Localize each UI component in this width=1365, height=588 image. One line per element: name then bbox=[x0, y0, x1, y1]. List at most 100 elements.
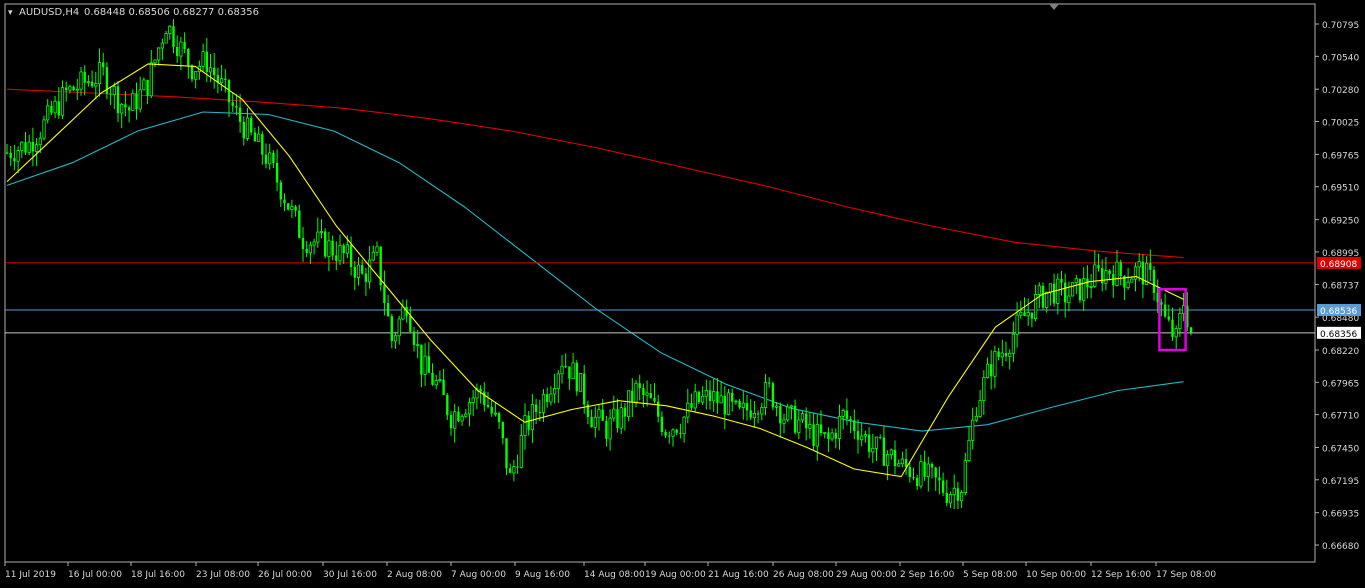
candle-body-bull bbox=[823, 432, 827, 434]
candles-layer bbox=[5, 19, 1193, 510]
price-chart[interactable]: 0.70795 0.70540 0.70280 0.70025 0.69765 0.695… bbox=[0, 0, 1365, 584]
candle-body-bear bbox=[590, 416, 593, 428]
candle-body-bull bbox=[316, 231, 320, 243]
ma-mid-line bbox=[6, 111, 1184, 432]
candle-body-bull bbox=[782, 419, 786, 424]
candle-body-bear bbox=[793, 405, 797, 433]
candle-body-bull bbox=[345, 244, 350, 254]
candle-body-bear bbox=[601, 409, 604, 421]
candle-body-bear bbox=[745, 403, 749, 411]
candle-body-bear bbox=[183, 42, 186, 50]
candle-body-bull bbox=[789, 405, 794, 408]
candle-body-bear bbox=[938, 477, 941, 481]
candle-body-bear bbox=[779, 406, 782, 424]
candle-body-bear bbox=[664, 431, 667, 436]
candle-body-bull bbox=[434, 380, 438, 386]
shift-marker-icon[interactable] bbox=[1049, 4, 1059, 10]
candle-body-bear bbox=[1101, 268, 1104, 284]
candle-body-bear bbox=[731, 392, 734, 402]
x-tick-label: 18 Jul 16:00 bbox=[131, 570, 185, 580]
candle-body-bull bbox=[290, 206, 294, 210]
candle-body-bear bbox=[446, 394, 449, 416]
candle-body-bull bbox=[1074, 278, 1078, 284]
level-price-label: 0.68908 bbox=[1320, 260, 1357, 270]
candle-body-bear bbox=[57, 101, 60, 116]
candle-body-bull bbox=[35, 144, 39, 152]
candle-body-bull bbox=[593, 416, 597, 428]
candle-body-bear bbox=[1060, 279, 1063, 283]
candle-body-bull bbox=[886, 454, 890, 467]
candle-body-bull bbox=[1019, 311, 1023, 316]
candle-body-bull bbox=[556, 373, 560, 389]
candle-body-bull bbox=[897, 463, 901, 467]
candle-body-bull bbox=[808, 423, 812, 429]
candle-body-bear bbox=[65, 87, 68, 91]
y-tick-label: 0.67965 bbox=[1322, 379, 1359, 389]
candle-body-bear bbox=[708, 390, 712, 401]
time-axis: 11 Jul 2019 16 Jul 00:00 18 Jul 16:00 23 Ju… bbox=[4, 562, 1216, 580]
x-tick-label: 29 Aug 00:00 bbox=[836, 570, 897, 580]
chart-header: ▾ AUDUSD,H4 0.68448 0.68506 0.68277 0.68… bbox=[8, 7, 259, 18]
candle-body-bull bbox=[20, 141, 24, 151]
candle-body-bull bbox=[560, 365, 564, 375]
candle-body-bull bbox=[338, 244, 342, 262]
candle-body-bear bbox=[264, 154, 268, 164]
y-tick-label: 0.69765 bbox=[1322, 151, 1359, 161]
x-tick-label: 2 Aug 08:00 bbox=[387, 570, 442, 580]
candle-body-bear bbox=[690, 403, 693, 408]
candle-body-bull bbox=[493, 412, 498, 415]
header-dropdown-icon[interactable]: ▾ bbox=[8, 8, 13, 18]
candle-body-bear bbox=[431, 372, 434, 385]
x-tick-label: 12 Sep 16:00 bbox=[1091, 570, 1151, 580]
candle-body-bull bbox=[160, 42, 164, 49]
candle-body-bear bbox=[490, 406, 493, 414]
candle-body-bull bbox=[786, 406, 790, 421]
candle-body-bear bbox=[675, 429, 678, 433]
candle-body-bull bbox=[726, 392, 731, 415]
candle-body-bull bbox=[512, 466, 516, 474]
candle-body-bull bbox=[889, 449, 893, 456]
candle-body-bull bbox=[120, 103, 124, 114]
y-tick-label: 0.69510 bbox=[1322, 184, 1359, 194]
y-tick-label: 0.67450 bbox=[1322, 445, 1359, 455]
candle-body-bull bbox=[971, 419, 975, 441]
candle-body-bull bbox=[974, 415, 979, 421]
candle-body-bear bbox=[575, 362, 578, 392]
candle-body-bear bbox=[146, 80, 149, 96]
y-tick-label: 0.70025 bbox=[1322, 119, 1359, 129]
candle-body-bear bbox=[449, 415, 453, 429]
candle-body-bear bbox=[305, 249, 308, 253]
candle-body-bull bbox=[201, 51, 205, 67]
candle-body-bear bbox=[238, 107, 242, 122]
candle-body-bear bbox=[349, 244, 353, 267]
candle-body-bear bbox=[1064, 282, 1067, 303]
candle-body-bear bbox=[298, 210, 301, 238]
candle-body-bear bbox=[205, 51, 208, 72]
candle-body-bear bbox=[653, 398, 656, 402]
y-tick-label: 0.66935 bbox=[1322, 510, 1359, 520]
candle-body-bear bbox=[213, 67, 216, 76]
candle-body-bull bbox=[982, 377, 986, 401]
candle-body-bull bbox=[1137, 261, 1141, 268]
candle-body-bull bbox=[97, 62, 102, 84]
candle-body-bear bbox=[1149, 263, 1152, 270]
candle-body-bear bbox=[568, 366, 571, 379]
candle-body-bear bbox=[668, 435, 671, 437]
candle-body-bear bbox=[527, 415, 530, 430]
candle-body-bull bbox=[1126, 281, 1130, 288]
candle-body-bull bbox=[94, 83, 98, 87]
candle-body-bear bbox=[9, 152, 12, 159]
chart-window[interactable]: 0.70795 0.70540 0.70280 0.70025 0.69765 0.695… bbox=[0, 0, 1365, 584]
candle-body-bull bbox=[1037, 285, 1041, 295]
candle-body-bear bbox=[83, 71, 86, 83]
candle-body-bull bbox=[268, 152, 272, 165]
candle-body-bull bbox=[693, 391, 697, 409]
candle-body-bull bbox=[327, 240, 331, 257]
candle-body-bull bbox=[612, 408, 616, 419]
candle-body-bull bbox=[549, 393, 553, 403]
x-tick-label: 21 Aug 16:00 bbox=[708, 570, 769, 580]
candle-body-bear bbox=[383, 285, 386, 304]
candle-body-bull bbox=[397, 318, 401, 337]
x-tick-label: 16 Jul 00:00 bbox=[68, 570, 122, 580]
candle-body-bull bbox=[1093, 264, 1097, 287]
